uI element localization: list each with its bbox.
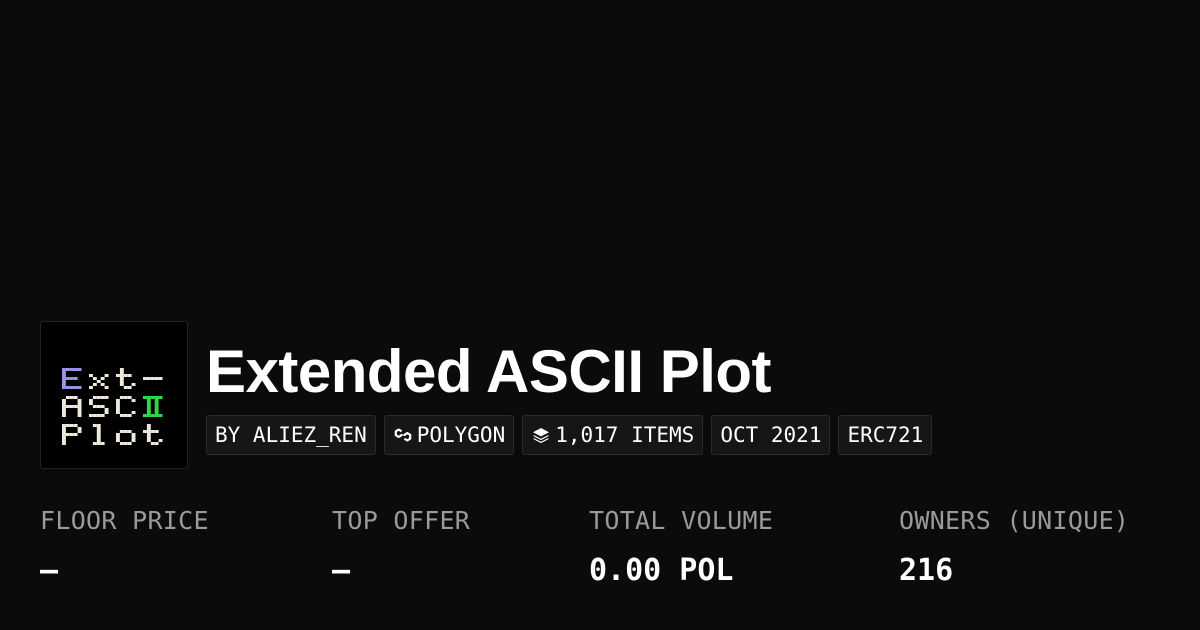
stat-total-volume: TOTAL VOLUME 0.00 POL xyxy=(589,503,773,589)
stat-label: FLOOR PRICE xyxy=(40,506,209,535)
stat-value: – xyxy=(40,553,59,588)
stat-label: OWNERS (UNIQUE) xyxy=(899,506,1130,535)
stat-floor-price: FLOOR PRICE – xyxy=(40,503,209,589)
stat-owners: OWNERS (UNIQUE) 216 xyxy=(899,503,1129,589)
stat-value: 0.00 POL xyxy=(589,553,734,588)
items-count-chip[interactable]: 1,017 ITEMS xyxy=(522,415,704,455)
stat-top-offer: TOP OFFER – xyxy=(332,503,470,589)
layers-icon xyxy=(531,425,551,445)
creator-chip[interactable]: BY ALIEZ_REN xyxy=(206,415,376,455)
stat-label: TOP OFFER xyxy=(332,506,471,535)
chain-chip[interactable]: POLYGON xyxy=(383,415,515,455)
created-date-chip: OCT 2021 xyxy=(711,415,831,455)
collection-logo xyxy=(40,321,188,469)
token-standard-chip: ERC721 xyxy=(838,415,933,455)
token-standard-label: ERC721 xyxy=(847,423,924,447)
items-count-label: 1,017 ITEMS xyxy=(555,423,695,447)
collection-logo-image xyxy=(62,368,163,445)
collection-meta-chips: BY ALIEZ_REN POLYGON 1,017 ITEMS OCT 202… xyxy=(206,415,933,455)
created-date-label: OCT 2021 xyxy=(720,423,822,447)
stat-value: – xyxy=(332,553,351,588)
stat-value: 216 xyxy=(899,553,954,588)
chain-chip-label: POLYGON xyxy=(416,423,506,447)
collection-title: Extended ASCII Plot xyxy=(206,338,772,405)
polygon-chain-icon xyxy=(393,425,413,445)
stat-label: TOTAL VOLUME xyxy=(589,506,774,535)
creator-chip-label: BY ALIEZ_REN xyxy=(215,423,367,447)
